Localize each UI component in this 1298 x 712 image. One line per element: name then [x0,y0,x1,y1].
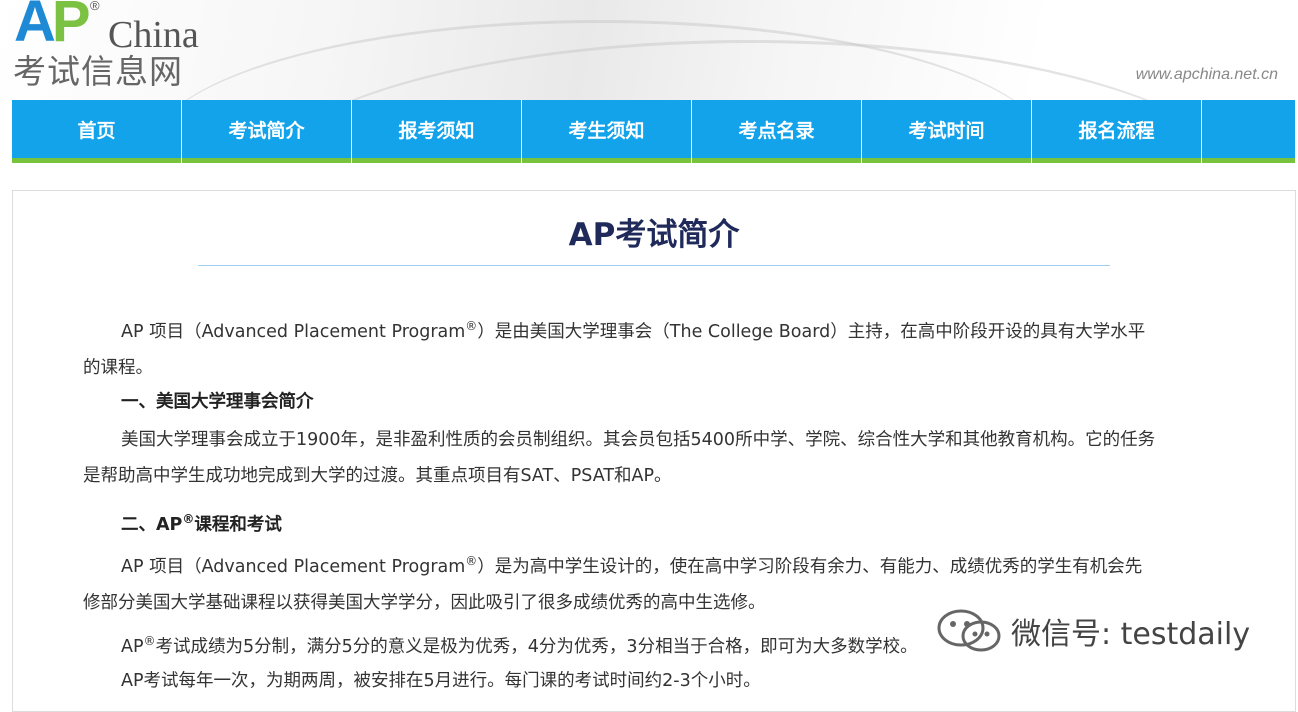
nav-item-candidate-notice[interactable]: 考生须知 [522,100,691,163]
title-divider [198,265,1110,266]
logo-registered-mark: ® [90,0,100,13]
ap-program-text-b: ）是为高中学生设计的，使在高中学习阶段有余力、有能力、成绩优秀的学生有机会先 [477,556,1143,577]
ap-program-text-a: AP 项目（Advanced Placement Program [121,556,466,577]
schedule-paragraph: AP考试每年一次，为期两周，被安排在5月进行。每门课的考试时间约2-3个小时。 [83,663,1223,699]
site-url: www.apchina.net.cn [1135,66,1278,83]
intro-paragraph: AP 项目（Advanced Placement Program®）是由美国大学… [83,308,1223,386]
nav-item-overflow [1202,100,1295,163]
watermark-text: 微信号: testdaily [1011,617,1251,652]
site-header: AP ® China 考试信息网 www.apchina.net.cn [0,0,1298,100]
section-heading-2: 二、AP®课程和考试 [83,501,1261,543]
registered-mark: ® [182,512,195,526]
section-heading-1: 一、美国大学理事会简介 [121,392,314,412]
section-heading-2-b: 课程和考试 [194,514,282,535]
logo-letter-a: A [14,0,56,54]
college-board-paragraph: 美国大学理事会成立于1900年，是非盈利性质的会员制组织。其会员包括5400所中… [83,422,1223,494]
wechat-icon [935,608,1005,654]
nav-item-registration-process[interactable]: 报名流程 [1032,100,1201,163]
intro-text-c: 的课程。 [83,357,153,378]
nav-item-exam-intro[interactable]: 考试简介 [182,100,351,163]
wechat-watermark: 微信号: testdaily [935,608,1250,654]
college-board-text-b: 是帮助高中学生成功地完成到大学的过渡。其重点项目有SAT、PSAT和AP。 [83,466,672,486]
intro-text-b: ）是由美国大学理事会（The College Board）主持，在高中阶段开设的… [477,321,1146,342]
logo-letter-p: P [51,0,91,54]
registered-mark: ® [143,634,156,648]
intro-text-a: AP 项目（Advanced Placement Program [121,321,466,342]
main-nav: 首页 考试简介 报考须知 考生须知 考点名录 考试时间 报名流程 [12,100,1298,163]
ap-logo[interactable]: AP [14,0,91,54]
nav-item-test-centers[interactable]: 考点名录 [692,100,861,163]
schedule-text: AP考试每年一次，为期两周，被安排在5月进行。每门课的考试时间约2-3个小时。 [121,671,761,691]
logo-subtitle: 考试信息网 [13,52,183,91]
logo-china-text: China [108,14,199,56]
registered-mark: ® [465,319,478,333]
nav-item-registration-notice[interactable]: 报考须知 [352,100,521,163]
section-heading-2-a: 二、AP [121,514,183,535]
scoring-text-b: 考试成绩为5分制，满分5分的意义是极为优秀，4分为优秀，3分相当于合格，即可为大… [155,636,901,657]
page-title: AP考试简介 [568,217,740,253]
nav-item-exam-schedule[interactable]: 考试时间 [862,100,1031,163]
registered-mark: ® [465,554,478,568]
college-board-text-a: 美国大学理事会成立于1900年，是非盈利性质的会员制组织。其会员包括5400所中… [121,430,1156,450]
scoring-text-a: AP [121,636,144,657]
nav-item-home[interactable]: 首页 [12,100,181,163]
scoring-text-c: 。 [900,636,918,657]
